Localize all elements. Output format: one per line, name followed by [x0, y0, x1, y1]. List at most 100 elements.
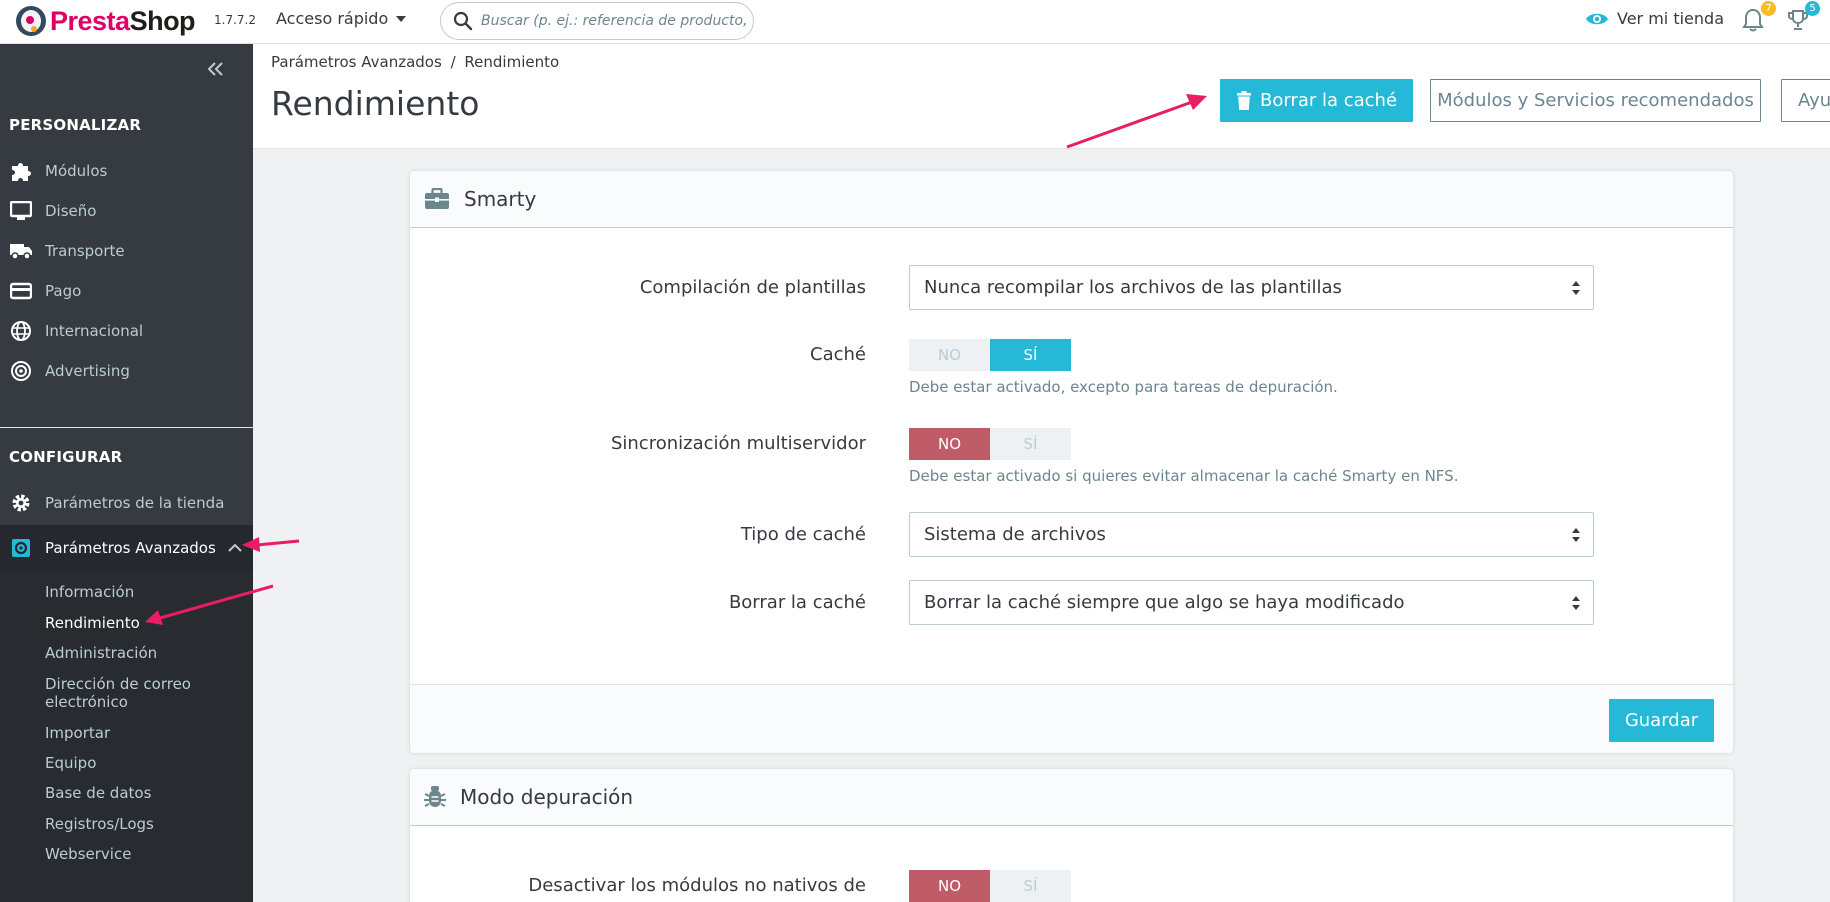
sidebar-item-modules[interactable]: Módulos	[0, 153, 253, 189]
clear-cache-select[interactable]: Borrar la caché siempre que algo se haya…	[909, 580, 1594, 625]
debug-panel-header: Modo depuración	[410, 769, 1733, 826]
submenu-item-import[interactable]: Importar	[45, 724, 110, 742]
cache-switch[interactable]: NO SÍ	[909, 339, 1072, 371]
search-box[interactable]	[440, 2, 754, 40]
monitor-icon	[9, 200, 33, 222]
sidebar-item-label: Diseño	[45, 202, 97, 220]
cache-type-select[interactable]: Sistema de archivos	[909, 512, 1594, 557]
cache-type-value: Sistema de archivos	[924, 524, 1106, 545]
sidebar-item-label: Parámetros de la tienda	[45, 494, 225, 512]
submenu-item-webservice[interactable]: Webservice	[45, 845, 131, 863]
cache-type-label: Tipo de caché	[740, 524, 866, 545]
breadcrumb: Parámetros Avanzados / Rendimiento	[271, 53, 559, 71]
clear-cache-value: Borrar la caché siempre que algo se haya…	[924, 592, 1405, 613]
submenu-item-email[interactable]: Dirección de correo electrónico	[45, 675, 235, 711]
cache-label: Caché	[810, 344, 866, 365]
select-arrows-icon	[1572, 528, 1580, 542]
chevron-up-icon[interactable]	[228, 543, 242, 552]
double-chevron-left-icon[interactable]	[207, 58, 225, 82]
view-store-label: Ver mi tienda	[1617, 9, 1724, 28]
submenu-item-logs[interactable]: Registros/Logs	[45, 815, 154, 833]
briefcase-icon	[425, 188, 449, 209]
template-compilation-label: Compilación de plantillas	[639, 277, 866, 298]
disable-modules-yes-option[interactable]: SÍ	[990, 870, 1071, 902]
sidebar-item-design[interactable]: Diseño	[0, 193, 253, 229]
logo-suffix: Shop	[129, 5, 196, 36]
help-button[interactable]: Ayuda	[1781, 79, 1830, 122]
multiserver-yes-option[interactable]: SÍ	[990, 428, 1071, 460]
multiserver-switch[interactable]: NO SÍ	[909, 428, 1072, 460]
submenu-item-team[interactable]: Equipo	[45, 754, 96, 772]
recommended-modules-button[interactable]: Módulos y Servicios recomendados	[1430, 79, 1761, 122]
smarty-panel-title: Smarty	[464, 187, 537, 211]
submenu-item-administration[interactable]: Administración	[45, 644, 157, 662]
cache-no-option[interactable]: NO	[909, 339, 990, 371]
page-title: Rendimiento	[271, 84, 480, 123]
sidebar-item-international[interactable]: Internacional	[0, 313, 253, 349]
section-title-configure: CONFIGURAR	[9, 448, 123, 466]
breadcrumb-parent[interactable]: Parámetros Avanzados	[271, 53, 442, 71]
cache-yes-option[interactable]: SÍ	[990, 339, 1071, 371]
sidebar: PERSONALIZAR Módulos Diseño Transporte P…	[0, 44, 253, 902]
multiserver-label: Sincronización multiservidor	[610, 433, 866, 454]
advanced-parameters-submenu: Información Rendimiento Administración D…	[0, 571, 253, 902]
trash-icon	[1236, 91, 1251, 110]
eye-icon	[1586, 13, 1608, 24]
notifications-button[interactable]: 7	[1742, 1, 1776, 34]
smarty-panel-footer: Guardar	[410, 684, 1733, 753]
sidebar-item-payment[interactable]: Pago	[0, 273, 253, 309]
quick-access-label: Acceso rápido	[276, 9, 389, 28]
cache-help-text: Debe estar activado, excepto para tareas…	[909, 378, 1338, 396]
multiserver-no-option[interactable]: NO	[909, 428, 990, 460]
advanced-gear-icon	[9, 537, 33, 559]
sidebar-item-label: Parámetros Avanzados	[45, 539, 216, 557]
sidebar-item-shipping[interactable]: Transporte	[0, 233, 253, 269]
sidebar-item-label: Internacional	[45, 322, 144, 340]
search-icon[interactable]	[453, 11, 473, 31]
gear-icon	[9, 492, 33, 514]
save-button[interactable]: Guardar	[1609, 699, 1714, 742]
clear-cache-label: Borrar la caché	[1259, 90, 1398, 111]
globe-icon	[9, 320, 33, 342]
clear-cache-setting-label: Borrar la caché	[728, 592, 866, 613]
sidebar-item-advertising[interactable]: Advertising	[0, 353, 253, 389]
caret-down-icon	[396, 15, 407, 22]
top-header: PrestaShop 1.7.7.2 Acceso rápido Ver mi …	[0, 0, 1830, 44]
sidebar-divider	[0, 427, 253, 428]
breadcrumb-current: Rendimiento	[464, 53, 560, 71]
debug-panel-title: Modo depuración	[460, 785, 634, 809]
sidebar-item-shop-parameters[interactable]: Parámetros de la tienda	[0, 485, 253, 521]
disable-modules-no-option[interactable]: NO	[909, 870, 990, 902]
sidebar-item-label: Transporte	[45, 242, 125, 260]
smarty-panel-header: Smarty	[410, 171, 1733, 228]
page-header: Parámetros Avanzados / Rendimiento Rendi…	[253, 44, 1830, 149]
disable-modules-switch[interactable]: NO SÍ	[909, 870, 1072, 902]
credit-card-icon	[9, 280, 33, 302]
notifications-badge: 7	[1761, 1, 1776, 16]
debug-mode-panel: Modo depuración Desactivar los módulos n…	[409, 768, 1734, 902]
breadcrumb-separator: /	[450, 53, 456, 71]
quick-access-dropdown[interactable]: Acceso rápido	[276, 9, 407, 28]
submenu-item-database[interactable]: Base de datos	[45, 784, 151, 802]
disable-non-native-modules-label: Desactivar los módulos no nativos de	[528, 875, 866, 896]
sidebar-item-advanced-parameters[interactable]: Parámetros Avanzados	[0, 525, 253, 571]
logo-prefix: Presta	[50, 5, 130, 36]
view-store-link[interactable]: Ver mi tienda	[1585, 9, 1724, 28]
select-arrows-icon	[1572, 596, 1580, 610]
smarty-panel: Smarty Compilación de plantillas Nunca r…	[409, 170, 1734, 754]
target-icon	[9, 360, 33, 382]
sidebar-item-label: Pago	[45, 282, 82, 300]
submenu-item-information[interactable]: Información	[45, 583, 134, 601]
trophy-badge: 5	[1805, 1, 1820, 16]
prestashop-logo[interactable]: PrestaShop	[16, 3, 196, 39]
clear-cache-button[interactable]: Borrar la caché	[1220, 79, 1413, 122]
multiserver-help-text: Debe estar activado si quieres evitar al…	[909, 467, 1459, 485]
puffin-logo-icon	[16, 6, 46, 36]
trophy-button[interactable]: 5	[1786, 1, 1820, 34]
submenu-item-performance[interactable]: Rendimiento	[45, 614, 140, 632]
sidebar-item-label: Advertising	[45, 362, 130, 380]
template-compilation-select[interactable]: Nunca recompilar los archivos de las pla…	[909, 265, 1594, 310]
bug-icon	[424, 786, 446, 807]
search-input[interactable]	[481, 13, 751, 29]
truck-icon	[9, 240, 33, 262]
